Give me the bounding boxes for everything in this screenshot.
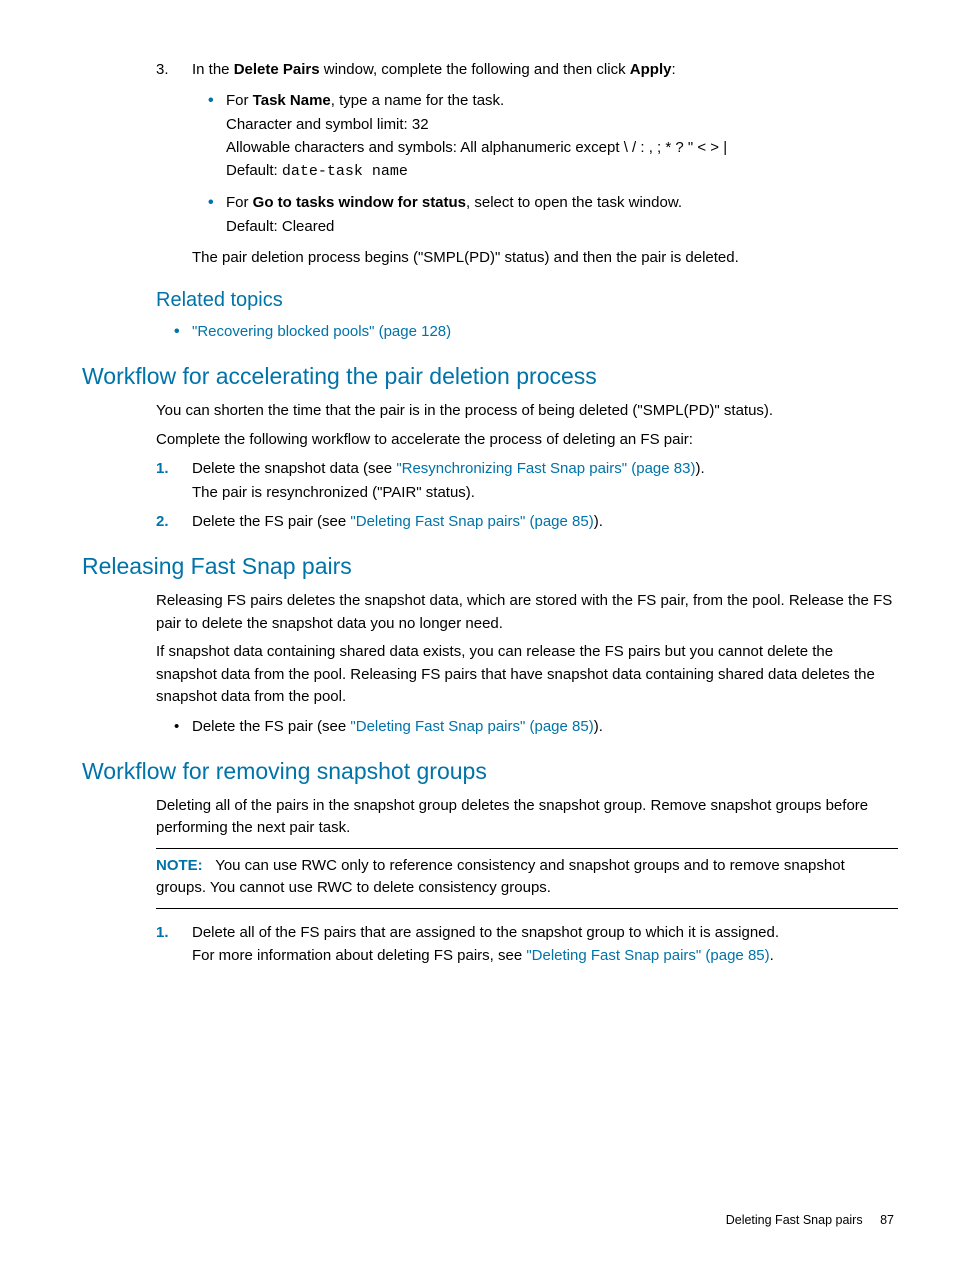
release-bullets: Delete the FS pair (see "Deleting Fast S… (82, 715, 898, 738)
page-number: 87 (880, 1213, 894, 1227)
accel-step-1: Delete the snapshot data (see "Resynchro… (192, 457, 898, 504)
page-footer: Deleting Fast Snap pairs 87 (726, 1213, 894, 1227)
bold: Go to tasks window for status (253, 194, 466, 211)
bold: Delete Pairs (234, 61, 320, 78)
note-text: You can use RWC only to reference consis… (156, 857, 845, 897)
bold: Task Name (253, 92, 331, 109)
note: NOTE: You can use RWC only to reference … (156, 855, 898, 900)
resynchronizing-link[interactable]: "Resynchronizing Fast Snap pairs" (page … (396, 460, 695, 477)
related-topics-list: "Recovering blocked pools" (page 128) (82, 320, 898, 343)
accel-step-2: Delete the FS pair (see "Deleting Fast S… (192, 510, 898, 533)
text: Default: (226, 162, 282, 179)
text: window, complete the following and then … (320, 61, 630, 78)
step-list: In the Delete Pairs window, complete the… (82, 58, 898, 238)
para: Releasing FS pairs deletes the snapshot … (156, 590, 898, 635)
remove-step-1: Delete all of the FS pairs that are assi… (192, 921, 898, 968)
text: , select to open the task window. (466, 194, 682, 211)
divider (156, 848, 898, 849)
text: Delete the snapshot data (see (192, 460, 396, 477)
deleting-link[interactable]: "Deleting Fast Snap pairs" (page 85) (526, 947, 769, 964)
footer-section: Deleting Fast Snap pairs (726, 1213, 863, 1227)
text: , type a name for the task. (331, 92, 504, 109)
sub-bullets: For Task Name, type a name for the task.… (192, 89, 898, 238)
para: If snapshot data containing shared data … (156, 641, 898, 709)
text: Character and symbol limit: 32 (226, 116, 429, 133)
releasing-heading: Releasing Fast Snap pairs (82, 553, 898, 580)
mono: date-task name (282, 163, 408, 180)
step3-after: The pair deletion process begins ("SMPL(… (192, 246, 898, 269)
text: ). (594, 513, 603, 530)
text: For (226, 194, 253, 211)
note-label: NOTE: (156, 857, 203, 874)
recovering-blocked-pools-link[interactable]: "Recovering blocked pools" (page 128) (192, 323, 451, 340)
text: Delete the FS pair (see (192, 513, 350, 530)
step-3: In the Delete Pairs window, complete the… (192, 58, 898, 238)
para: You can shorten the time that the pair i… (156, 400, 898, 423)
text: Allowable characters and symbols: All al… (226, 139, 727, 156)
remove-steps: Delete all of the FS pairs that are assi… (82, 921, 898, 968)
related-link-item: "Recovering blocked pools" (page 128) (192, 320, 898, 343)
divider (156, 908, 898, 909)
text: For more information about deleting FS p… (192, 947, 526, 964)
text: Default: Cleared (226, 218, 334, 235)
text: . (770, 947, 774, 964)
para: Complete the following workflow to accel… (156, 429, 898, 452)
release-bullet: Delete the FS pair (see "Deleting Fast S… (192, 715, 898, 738)
text: Delete all of the FS pairs that are assi… (192, 924, 779, 941)
removing-heading: Workflow for removing snapshot groups (82, 758, 898, 785)
para: Deleting all of the pairs in the snapsho… (156, 795, 898, 840)
text: ). (594, 718, 603, 735)
text: ). (695, 460, 704, 477)
deleting-link[interactable]: "Deleting Fast Snap pairs" (page 85) (350, 718, 593, 735)
bullet-task-name: For Task Name, type a name for the task.… (226, 89, 898, 183)
deleting-link[interactable]: "Deleting Fast Snap pairs" (page 85) (350, 513, 593, 530)
text: : (671, 61, 675, 78)
text: For (226, 92, 253, 109)
text: Delete the FS pair (see (192, 718, 350, 735)
page-content: In the Delete Pairs window, complete the… (0, 0, 954, 967)
bold: Apply (630, 61, 672, 78)
text: In the (192, 61, 234, 78)
accel-steps: Delete the snapshot data (see "Resynchro… (82, 457, 898, 533)
bullet-go-to-tasks: For Go to tasks window for status, selec… (226, 191, 898, 238)
related-topics-heading: Related topics (156, 289, 898, 312)
text: The pair is resynchronized ("PAIR" statu… (192, 484, 475, 501)
accelerating-heading: Workflow for accelerating the pair delet… (82, 363, 898, 390)
